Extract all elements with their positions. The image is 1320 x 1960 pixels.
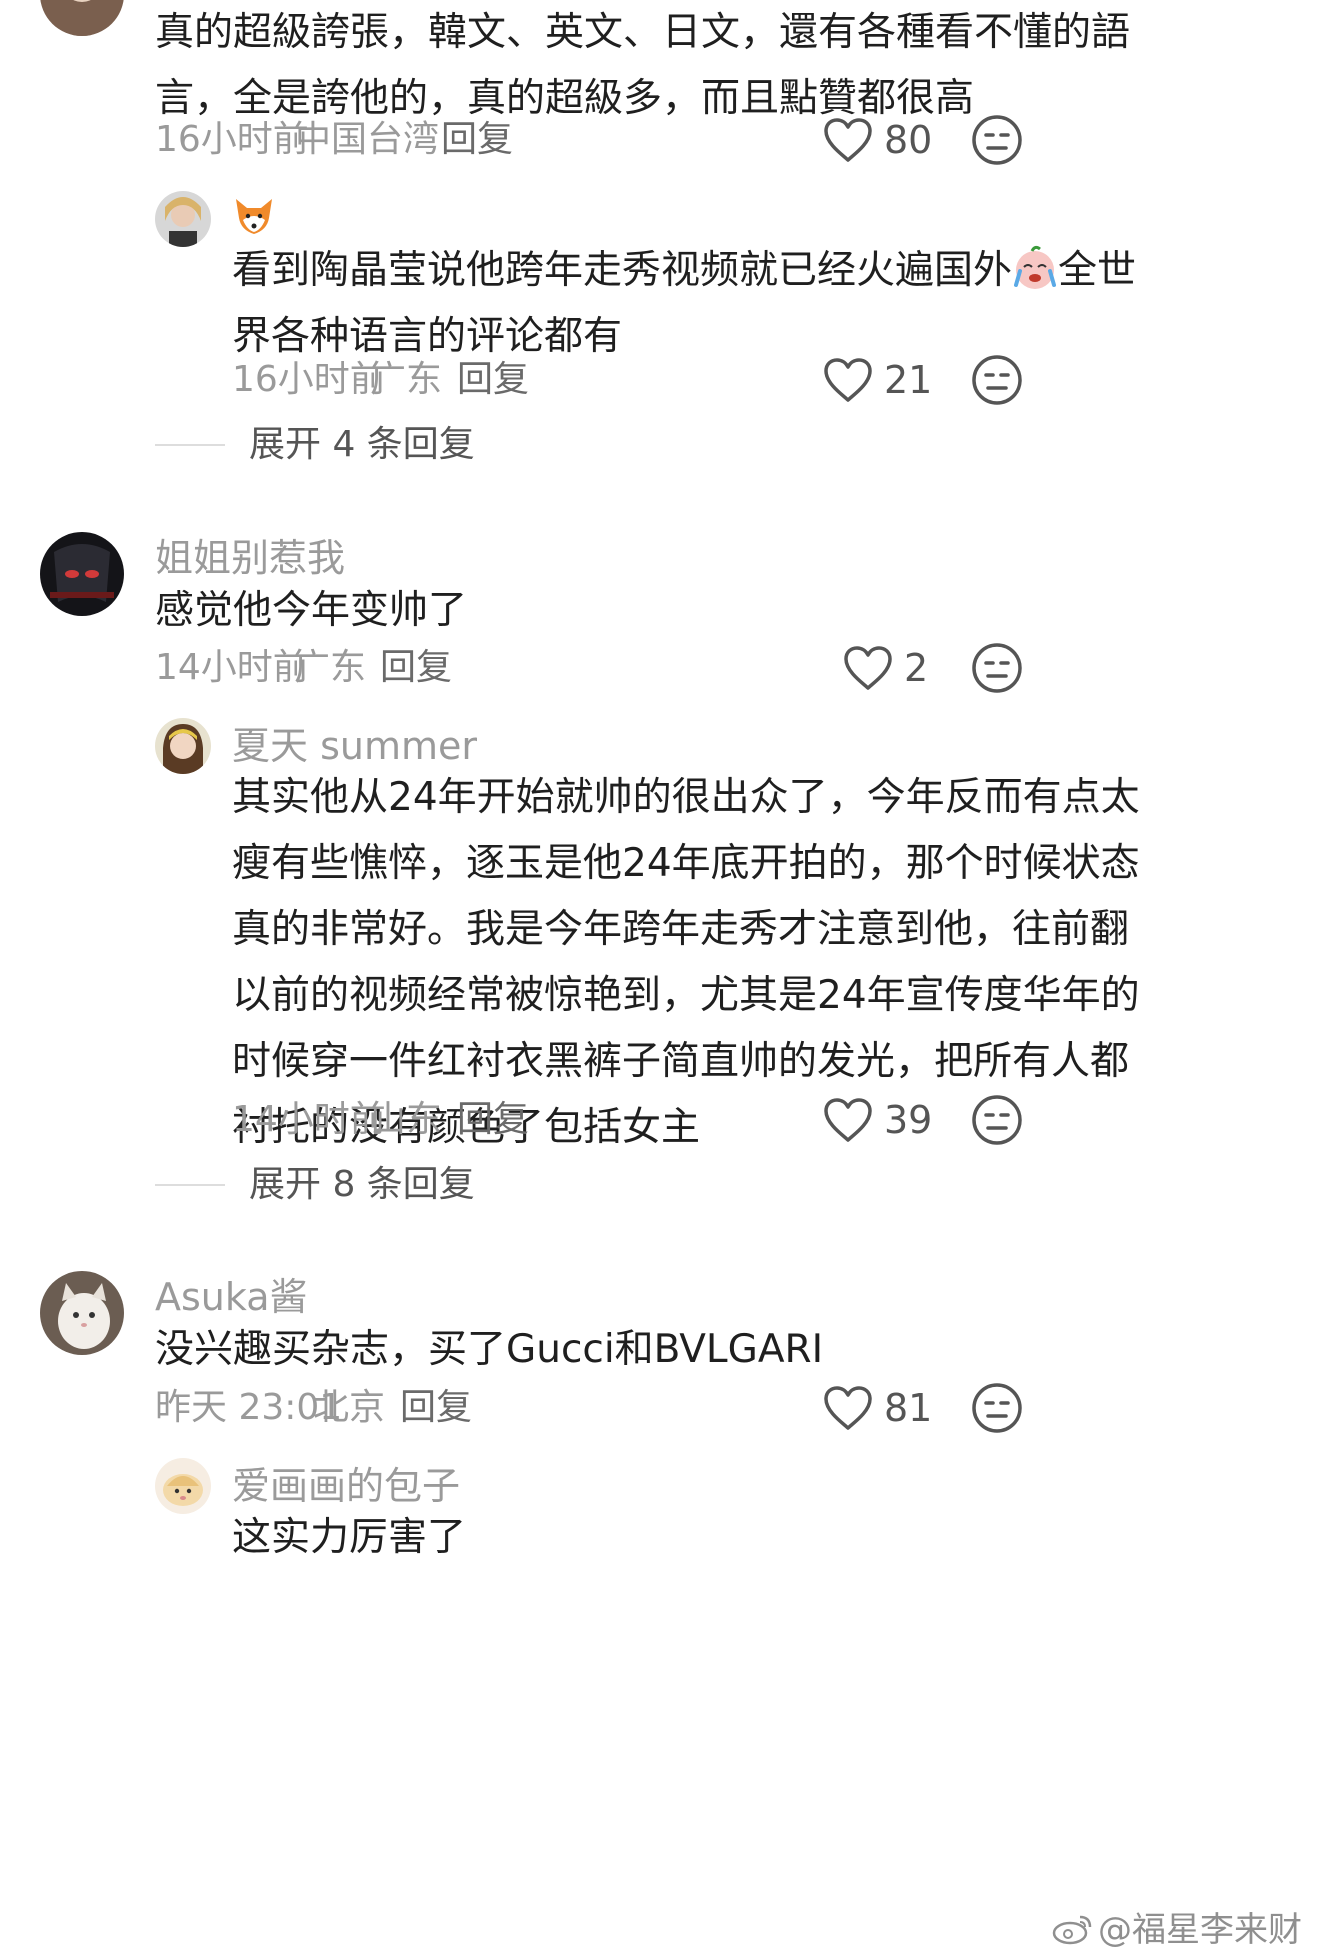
reply-button[interactable]: 回复: [457, 1102, 529, 1138]
comment-text: 感觉他今年变帅了: [155, 588, 468, 633]
username[interactable]: Asuka酱: [155, 1278, 308, 1316]
dislike-face-icon: [972, 1383, 1022, 1433]
dislike-button[interactable]: [970, 1381, 1024, 1435]
dislike-button[interactable]: [970, 353, 1024, 407]
reply-time: 16小时前: [232, 359, 386, 400]
username[interactable]: 姐姐别惹我: [155, 539, 345, 577]
comment-time: 14小时前: [155, 647, 309, 688]
expand-replies-button[interactable]: 展开 4 条回复: [155, 427, 475, 463]
reply-location: 山东: [370, 1099, 443, 1140]
reply-button[interactable]: 回复: [441, 122, 513, 158]
like-button[interactable]: 2: [842, 640, 928, 696]
like-count: 81: [884, 1386, 933, 1430]
dislike-face-icon: [972, 1095, 1022, 1145]
like-count: 21: [884, 358, 933, 402]
divider: [155, 1184, 225, 1186]
like-count: 39: [884, 1098, 933, 1142]
like-button[interactable]: 80: [822, 112, 932, 168]
heart-icon: [824, 1386, 872, 1430]
comment-time: 16小时前: [155, 119, 309, 160]
reply-location: 广东: [370, 359, 443, 400]
heart-icon: [824, 358, 872, 402]
reply-avatar[interactable]: [155, 1458, 211, 1514]
avatar[interactable]: [40, 1271, 124, 1355]
reply-button[interactable]: 回复: [380, 650, 452, 686]
like-count: 2: [904, 646, 929, 690]
like-count: 80: [884, 118, 933, 162]
username[interactable]: 爱画画的包子: [232, 1467, 460, 1505]
like-button[interactable]: 21: [822, 352, 932, 408]
reply-avatar[interactable]: [155, 718, 211, 774]
heart-icon: [824, 118, 872, 162]
avatar[interactable]: [40, 0, 124, 36]
reply-button[interactable]: 回复: [400, 1390, 472, 1426]
heart-icon: [824, 1098, 872, 1142]
username[interactable]: 夏天 summer: [232, 727, 477, 765]
comment-location: 广东: [294, 647, 367, 688]
weibo-logo-icon: [1052, 1913, 1092, 1954]
fox-emoji-icon: [233, 196, 275, 236]
like-button[interactable]: 39: [822, 1092, 932, 1148]
reply-text: 看到陶晶莹说他跨年走秀视频就已经火遍国外 全世 界各种语言的评论都有: [232, 238, 1136, 370]
reply-avatar[interactable]: [155, 191, 211, 247]
crying-emoji-icon: [1012, 245, 1058, 291]
dislike-face-icon: [972, 115, 1022, 165]
dislike-face-icon: [972, 355, 1022, 405]
like-button[interactable]: 81: [822, 1380, 932, 1436]
comment-text: 没兴趣买杂志，买了Gucci和BVLGARI: [155, 1327, 824, 1372]
watermark: @福星李来财: [1052, 1902, 1302, 1954]
comment-location: 北京: [313, 1387, 386, 1428]
comment-location: 中国台湾: [295, 119, 440, 160]
reply-button[interactable]: 回复: [457, 362, 529, 398]
dislike-button[interactable]: [970, 1093, 1024, 1147]
expand-replies-button[interactable]: 展开 8 条回复: [155, 1167, 475, 1203]
dislike-button[interactable]: [970, 113, 1024, 167]
avatar[interactable]: [40, 532, 124, 616]
dislike-face-icon: [972, 643, 1022, 693]
dislike-button[interactable]: [970, 641, 1024, 695]
reply-time: 14小时前: [232, 1099, 386, 1140]
heart-icon: [844, 646, 892, 690]
reply-text: 这实力厉害了: [232, 1515, 467, 1560]
divider: [155, 444, 225, 446]
